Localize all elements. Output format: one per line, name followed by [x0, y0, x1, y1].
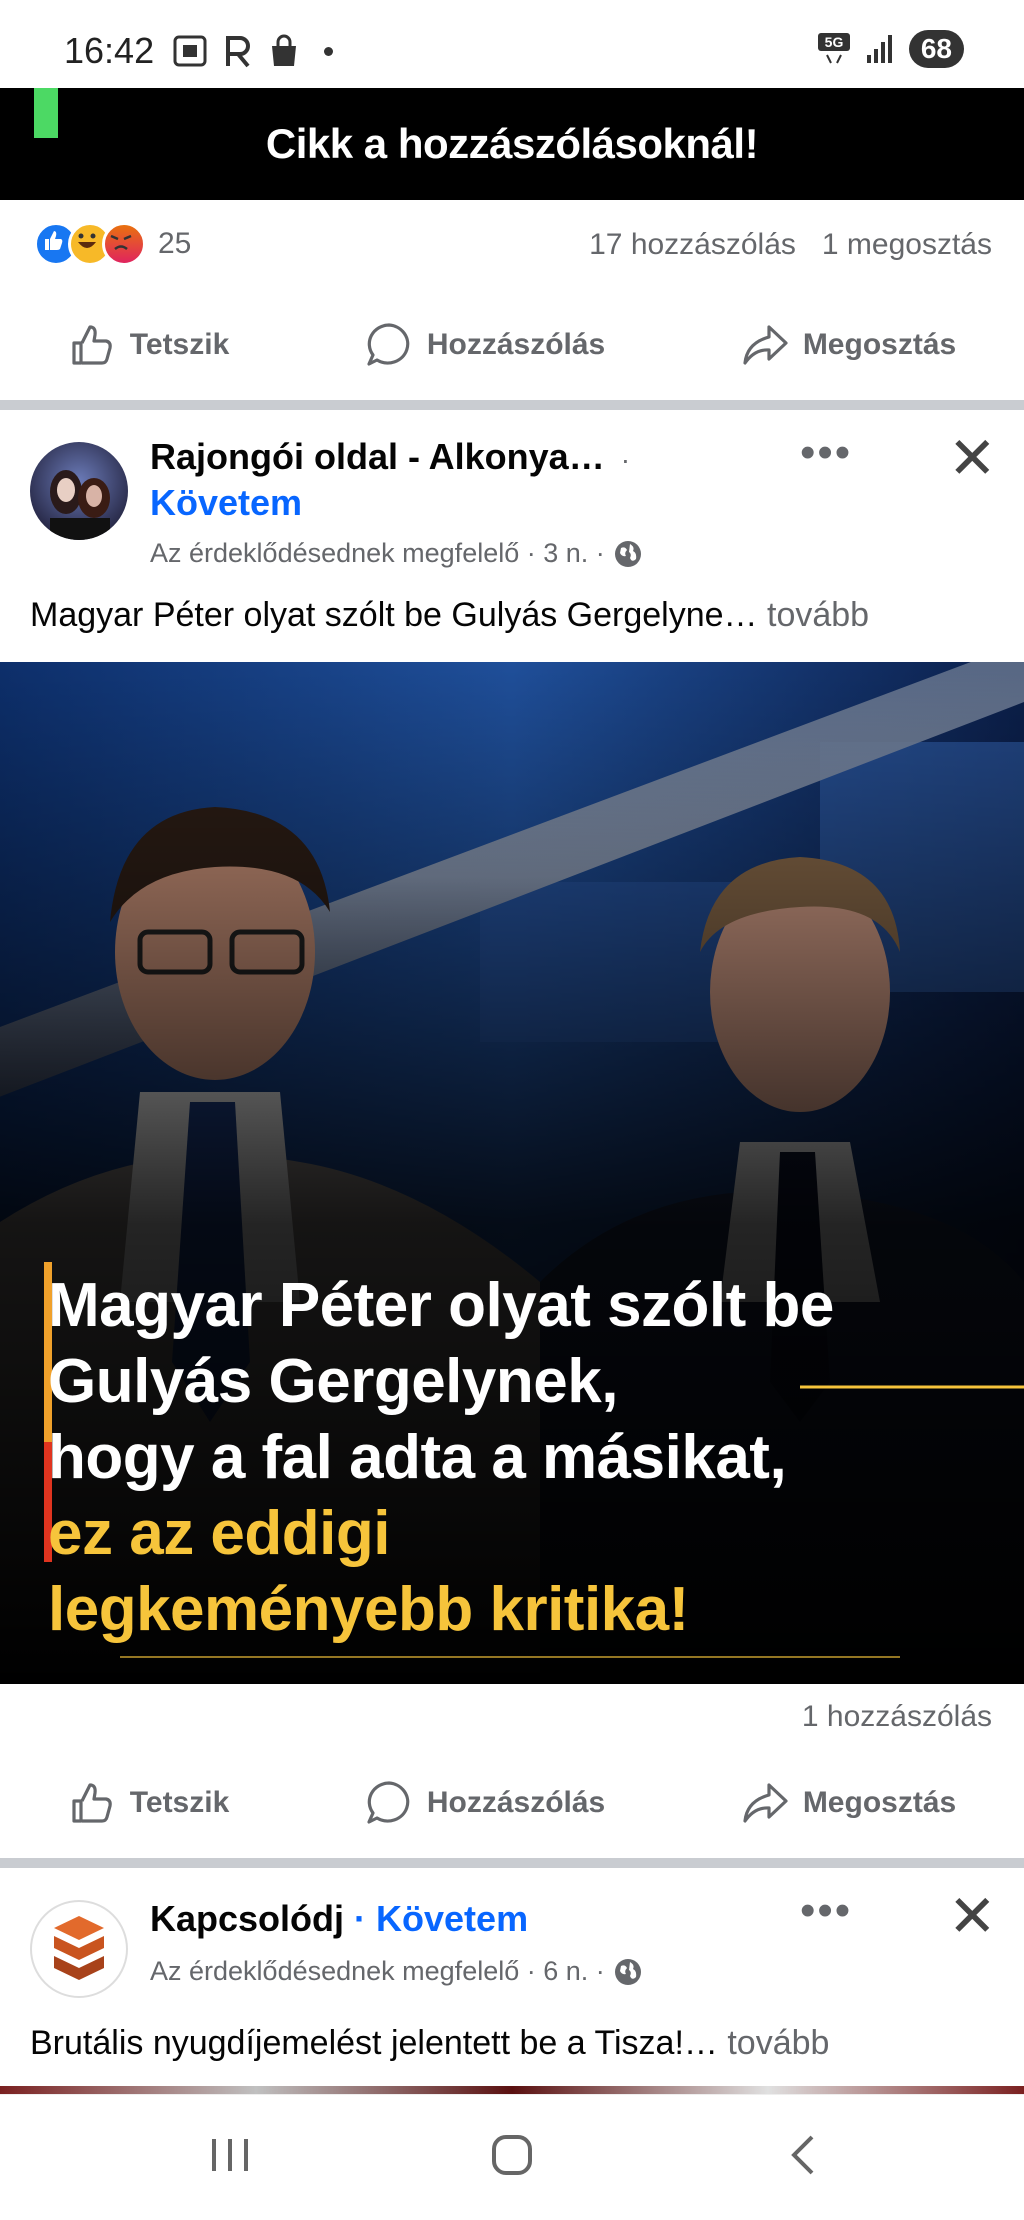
- page-name-text: Rajongói oldal - Alkonya…: [150, 436, 605, 477]
- page-name[interactable]: Kapcsolódj: [150, 1898, 344, 1940]
- post-meta-text: Az érdeklődésednek megfelelő · 3 n. ·: [150, 538, 605, 568]
- share-label: Megosztás: [802, 328, 957, 361]
- network-label: 5G: [825, 34, 844, 50]
- post-text: Brutális nyugdíjemelést jelentett be a T…: [30, 2024, 829, 2063]
- caption-line-2: Gulyás Gergelynek,: [48, 1347, 618, 1416]
- close-post-icon[interactable]: ✕: [948, 1882, 997, 1950]
- like-button[interactable]: Tetszik: [68, 321, 229, 369]
- comment-label: Hozzászólás: [426, 1786, 606, 1819]
- status-system-icons: 5G 68: [817, 30, 964, 68]
- back-button[interactable]: [774, 2125, 834, 2185]
- share-button[interactable]: Megosztás: [741, 321, 956, 369]
- share-button[interactable]: Megosztás: [741, 1779, 956, 1827]
- feed-divider: [0, 1858, 1024, 1868]
- screenshot-icon: [173, 35, 207, 67]
- comment-button[interactable]: Hozzászólás: [365, 1779, 605, 1827]
- comment-bubble-icon: [367, 323, 410, 366]
- thumbs-up-icon: [72, 1783, 112, 1823]
- globe-icon: [614, 1958, 641, 1985]
- status-time: 16:42: [64, 30, 155, 71]
- caption-line-5: legkeményebb kritika!: [48, 1575, 689, 1644]
- comment-bubble-icon: [367, 1781, 410, 1824]
- post3-title-row: Kapcsolódj · Követem: [150, 1898, 528, 1940]
- page-avatar[interactable]: [30, 442, 128, 540]
- follow-button[interactable]: Követem: [150, 482, 302, 524]
- image-caption: Magyar Péter olyat szólt be Gulyás Gerge…: [48, 1268, 834, 1648]
- post-meta-text: Az érdeklődésednek megfelelő · 6 n. ·: [150, 1956, 605, 1986]
- post-text-body: Brutális nyugdíjemelést jelentett be a T…: [30, 2024, 718, 2062]
- feed-divider: [0, 400, 1024, 410]
- post-meta: Az érdeklődésednek megfelelő · 6 n. ·: [150, 1956, 643, 1987]
- system-navigation-bar: [0, 2094, 1024, 2220]
- page-name[interactable]: Rajongói oldal - Alkonya… ·: [150, 436, 630, 478]
- follow-button[interactable]: · Követem: [354, 1898, 528, 1940]
- caption-line-4: ez az eddigi: [48, 1499, 390, 1568]
- comment-label: Hozzászólás: [426, 328, 606, 361]
- r-app-icon: [226, 36, 250, 68]
- recent-apps-icon: [212, 2139, 248, 2171]
- page-avatar[interactable]: [30, 1900, 128, 1998]
- see-more-link[interactable]: tovább: [727, 2024, 829, 2062]
- home-button[interactable]: [482, 2125, 542, 2185]
- like-label: Tetszik: [129, 328, 230, 361]
- caption-line-1: Magyar Péter olyat szólt be: [48, 1271, 834, 1340]
- post-meta: Az érdeklődésednek megfelelő · 3 n. ·: [150, 538, 643, 569]
- share-arrow-icon: [743, 325, 788, 365]
- name-separator: ·: [620, 444, 631, 475]
- caption-line-3: hogy a fal adta a másikat,: [48, 1423, 787, 1492]
- globe-icon: [614, 540, 641, 567]
- more-options-icon[interactable]: •••: [800, 428, 852, 478]
- battery-indicator: 68: [908, 30, 964, 68]
- like-label: Tetszik: [129, 1786, 230, 1819]
- status-bar: 16:42 5G 68: [0, 0, 1024, 88]
- network-5g-icon: 5G: [817, 33, 850, 64]
- post1-action-bar: Tetszik Hozzászólás Megosztás: [0, 300, 1024, 390]
- post-text-body: Magyar Péter olyat szólt be Gulyás Gerge…: [30, 596, 758, 634]
- comments-count-link[interactable]: 17 hozzászólás: [589, 228, 796, 262]
- angry-reaction-icon: [102, 222, 146, 266]
- banner-text: Cikk a hozzászólásoknál!: [265, 120, 759, 167]
- share-arrow-icon: [743, 1783, 788, 1823]
- more-options-icon[interactable]: •••: [800, 1886, 852, 1936]
- reactions-summary[interactable]: 25: [34, 222, 191, 266]
- dot-icon: [324, 46, 333, 56]
- next-post-image-edge: [0, 2086, 1024, 2094]
- close-post-icon[interactable]: ✕: [948, 424, 997, 492]
- post-text: Magyar Péter olyat szólt be Gulyás Gerge…: [30, 596, 869, 635]
- shares-count-link[interactable]: 1 megosztás: [822, 228, 992, 262]
- comment-button[interactable]: Hozzászólás: [365, 321, 605, 369]
- share-label: Megosztás: [802, 1786, 957, 1819]
- like-button[interactable]: Tetszik: [68, 1779, 229, 1827]
- home-icon: [492, 2135, 532, 2175]
- signal-icon: [866, 35, 892, 63]
- post2-comments-count[interactable]: 1 hozzászólás: [802, 1700, 992, 1734]
- reaction-count: 25: [158, 227, 192, 260]
- see-more-link[interactable]: tovább: [767, 596, 869, 634]
- status-notification-icons: [172, 34, 333, 68]
- back-chevron-icon: [791, 2135, 814, 2175]
- shopping-bag-icon: [272, 34, 296, 66]
- post2-action-bar: Tetszik Hozzászólás Megosztás: [0, 1758, 1024, 1848]
- recent-apps-button[interactable]: [200, 2125, 260, 2185]
- post1-engagement: 17 hozzászólás 1 megosztás: [589, 228, 992, 262]
- thumbs-up-icon: [72, 325, 112, 365]
